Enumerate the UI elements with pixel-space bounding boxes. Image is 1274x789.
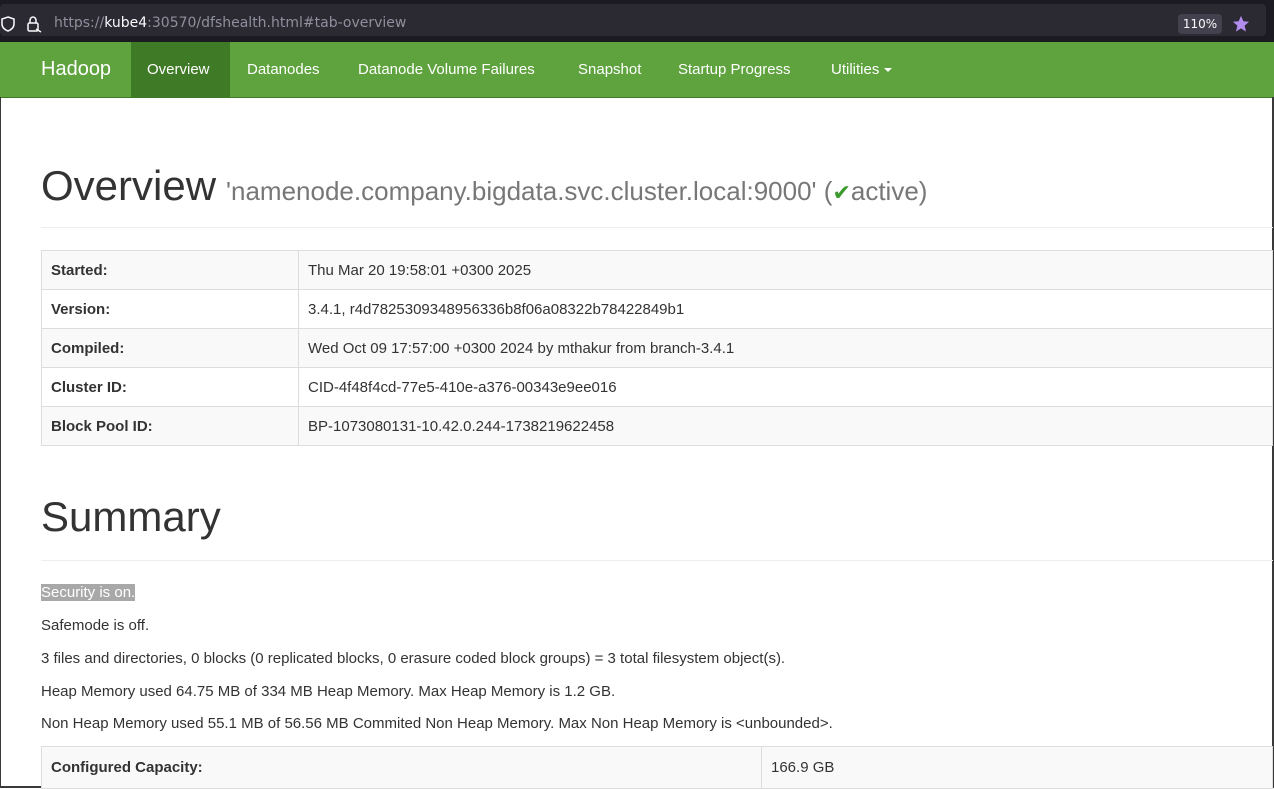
table-row: Started: Thu Mar 20 19:58:01 +0300 2025 bbox=[41, 250, 1273, 290]
namenode-host: 'namenode.company.bigdata.svc.cluster.lo… bbox=[226, 176, 927, 206]
divider bbox=[41, 227, 1273, 228]
summary-heading: Summary bbox=[41, 493, 221, 540]
nav-datanodes[interactable]: Datanodes bbox=[247, 42, 320, 97]
overview-heading: Overview 'namenode.company.bigdata.svc.cl… bbox=[41, 160, 927, 219]
row-value: CID-4f48f4cd-77e5-410e-a376-00343e9ee016 bbox=[298, 367, 1273, 407]
url-path: :30570/dfshealth.html#tab-overview bbox=[147, 15, 407, 31]
row-value: Wed Oct 09 17:57:00 +0300 2024 by mthaku… bbox=[298, 328, 1273, 368]
caret-down-icon bbox=[884, 68, 893, 73]
table-row: Block Pool ID: BP-1073080131-10.42.0.244… bbox=[41, 406, 1273, 446]
row-value: Thu Mar 20 19:58:01 +0300 2025 bbox=[298, 250, 1273, 290]
brand-link[interactable]: Hadoop bbox=[41, 42, 111, 97]
status-paren-close: ) bbox=[918, 176, 928, 206]
url-host: kube4 bbox=[104, 15, 148, 31]
row-value: BP-1073080131-10.42.0.244-1738219622458 bbox=[298, 406, 1273, 446]
non-heap-memory-summary: Non Heap Memory used 55.1 MB of 56.56 MB… bbox=[41, 715, 833, 732]
url-text[interactable]: https://kube4:30570/dfshealth.html#tab-o… bbox=[54, 15, 406, 31]
table-row: Cluster ID: CID-4f48f4cd-77e5-410e-a376-… bbox=[41, 367, 1273, 407]
security-status-text: Security is on. bbox=[41, 584, 136, 601]
table-row: Compiled: Wed Oct 09 17:57:00 +0300 2024… bbox=[41, 328, 1273, 368]
capacity-table: Configured Capacity: 166.9 GB bbox=[41, 746, 1273, 789]
nav-datanode-volume-failures[interactable]: Datanode Volume Failures bbox=[358, 42, 535, 97]
row-key: Cluster ID: bbox=[41, 367, 299, 407]
tracking-shield-icon[interactable] bbox=[1, 16, 15, 32]
nav-snapshot[interactable]: Snapshot bbox=[578, 42, 641, 97]
row-key: Configured Capacity: bbox=[41, 746, 762, 789]
bookmark-star-icon[interactable] bbox=[1232, 15, 1250, 33]
table-row: Version: 3.4.1, r4d7825309348956336b8f06… bbox=[41, 289, 1273, 329]
zoom-level-button[interactable]: 110% bbox=[1178, 14, 1222, 34]
overview-title: Overview bbox=[41, 162, 217, 209]
browser-toolbar: https://kube4:30570/dfshealth.html#tab-o… bbox=[0, 0, 1274, 42]
nav-utilities-dropdown[interactable]: Utilities bbox=[831, 42, 893, 97]
nav-overview[interactable]: Overview bbox=[131, 42, 230, 97]
row-key: Compiled: bbox=[41, 328, 299, 368]
security-status: Security is on. bbox=[41, 584, 136, 601]
window-border-left bbox=[0, 97, 1, 788]
namenode-status: active bbox=[850, 176, 919, 206]
divider bbox=[41, 560, 1273, 561]
insecure-lock-icon[interactable] bbox=[26, 15, 42, 33]
namenode-address: 'namenode.company.bigdata.svc.cluster.lo… bbox=[226, 176, 817, 206]
overview-table: Started: Thu Mar 20 19:58:01 +0300 2025 … bbox=[41, 250, 1273, 446]
heap-memory-summary: Heap Memory used 64.75 MB of 334 MB Heap… bbox=[41, 683, 616, 700]
row-value: 3.4.1, r4d7825309348956336b8f06a08322b78… bbox=[298, 289, 1273, 329]
check-icon: ✔ bbox=[832, 180, 851, 205]
safemode-status: Safemode is off. bbox=[41, 617, 150, 634]
filesystem-objects-summary: 3 files and directories, 0 blocks (0 rep… bbox=[41, 650, 786, 667]
row-value: 166.9 GB bbox=[761, 746, 1273, 789]
url-scheme: https:// bbox=[54, 15, 105, 31]
nav-startup-progress[interactable]: Startup Progress bbox=[678, 42, 791, 97]
nav-utilities-label: Utilities bbox=[831, 61, 880, 78]
table-row: Configured Capacity: 166.9 GB bbox=[41, 746, 1273, 789]
hadoop-navbar: Hadoop Overview Datanodes Datanode Volum… bbox=[0, 42, 1274, 98]
url-field[interactable]: https://kube4:30570/dfshealth.html#tab-o… bbox=[0, 4, 1266, 36]
row-key: Version: bbox=[41, 289, 299, 329]
row-key: Started: bbox=[41, 250, 299, 290]
row-key: Block Pool ID: bbox=[41, 406, 299, 446]
